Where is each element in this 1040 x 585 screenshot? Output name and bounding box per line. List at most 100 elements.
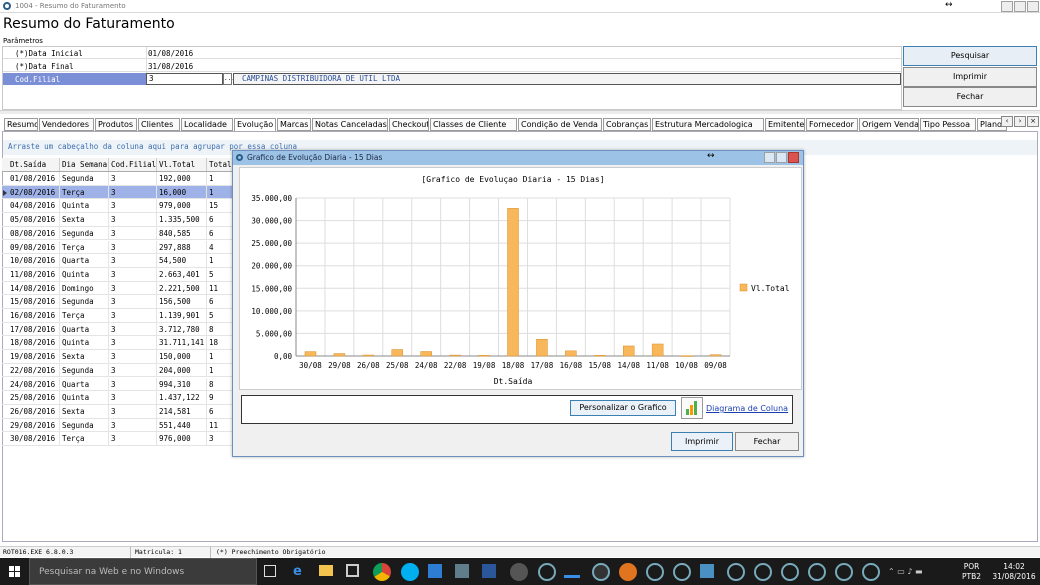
- edge-icon[interactable]: e: [293, 564, 302, 579]
- tray-icons[interactable]: ⌃ ▭ ♪ ▬: [888, 567, 948, 576]
- grid-header-total[interactable]: Total: [207, 158, 234, 171]
- app-icon-1[interactable]: [428, 564, 442, 578]
- tab-notas-canceladas[interactable]: Notas Canceladas: [312, 118, 388, 131]
- table-row[interactable]: 11/08/2016 Quinta 3 2.663,401 5: [2, 267, 234, 282]
- tab-cobrancas[interactable]: Cobranças: [603, 118, 651, 131]
- dialog-imprimir-button[interactable]: Imprimir: [671, 432, 733, 451]
- tab-evolucao[interactable]: Evolução: [234, 118, 276, 132]
- table-row[interactable]: 08/08/2016 Segunda 3 840,585 6: [2, 226, 234, 241]
- table-row[interactable]: 01/08/2016 Segunda 3 192,000 1: [2, 172, 234, 186]
- file-explorer-icon[interactable]: [319, 565, 333, 576]
- windows-start-icon[interactable]: [0, 558, 28, 585]
- table-row[interactable]: 02/08/2016 Terça 3 16,000 1: [2, 185, 234, 200]
- table-row[interactable]: 04/08/2016 Quinta 3 979,000 15: [2, 199, 234, 214]
- table-row[interactable]: 05/08/2016 Sexta 3 1.335,500 6: [2, 213, 234, 227]
- table-row[interactable]: 18/08/2016 Quinta 3 31.711,141 18: [2, 336, 234, 351]
- personalizar-grafico-button[interactable]: Personalizar o Grafico: [570, 400, 676, 416]
- tab-clientes[interactable]: Clientes: [138, 118, 180, 131]
- app-icon-15[interactable]: [835, 563, 853, 581]
- tab-origem-venda[interactable]: Origem Venda: [859, 118, 919, 131]
- grid-cell: 1.335,500: [157, 213, 207, 227]
- tab-resumo[interactable]: Resumo: [4, 118, 38, 131]
- app-icon-12[interactable]: [754, 563, 772, 581]
- tab-localidade[interactable]: Localidade: [181, 118, 233, 131]
- imprimir-button[interactable]: Imprimir: [903, 67, 1037, 87]
- tab-emitente[interactable]: Emitente: [765, 118, 805, 131]
- table-row[interactable]: 24/08/2016 Quarta 3 994,310 8: [2, 377, 234, 392]
- tab-condicao-de-venda[interactable]: Condição de Venda: [518, 118, 602, 131]
- word-icon[interactable]: [482, 564, 496, 578]
- tab-prev-button[interactable]: ‹: [1001, 116, 1013, 127]
- app-icon-3[interactable]: [510, 563, 528, 581]
- task-view-icon[interactable]: [264, 565, 276, 577]
- minimize-button[interactable]: [1001, 1, 1013, 12]
- app-icon-6-active[interactable]: [592, 563, 610, 581]
- param-value-data-inicial[interactable]: 01/08/2016: [148, 49, 193, 58]
- table-row[interactable]: 19/08/2016 Sexta 3 150,000 1: [2, 350, 234, 364]
- dialog-app-icon: [236, 154, 243, 161]
- app-icon-7[interactable]: [619, 563, 637, 581]
- skype-icon[interactable]: [401, 563, 419, 581]
- app-icon-11[interactable]: [727, 563, 745, 581]
- app-icon-5[interactable]: [564, 564, 580, 578]
- app-icon-13[interactable]: [781, 563, 799, 581]
- store-icon[interactable]: [346, 564, 359, 577]
- filial-lookup-button[interactable]: ...: [223, 73, 235, 85]
- chart-type-icon[interactable]: [681, 397, 703, 419]
- dialog-close-button[interactable]: [788, 152, 799, 163]
- tab-marcas[interactable]: Marcas: [277, 118, 311, 131]
- table-row[interactable]: 14/08/2016 Domingo 3 2.221,500 11: [2, 281, 234, 296]
- grid-cell: Terça: [60, 432, 109, 446]
- app-icon-8[interactable]: [646, 563, 664, 581]
- grid-header-dt-saida[interactable]: Dt.Saída: [8, 158, 60, 171]
- table-row[interactable]: 16/08/2016 Terça 3 1.139,901 5: [2, 309, 234, 323]
- dialog-minimize-button[interactable]: [764, 152, 775, 163]
- dialog-maximize-button[interactable]: [776, 152, 787, 163]
- tab-produtos[interactable]: Produtos: [95, 118, 137, 131]
- app-icon-10[interactable]: [700, 564, 714, 578]
- grid-cell: Sexta: [60, 404, 109, 418]
- chrome-icon[interactable]: [373, 563, 391, 581]
- grid-cell: 3: [109, 404, 157, 418]
- table-row[interactable]: 09/08/2016 Terça 3 297,888 4: [2, 240, 234, 255]
- splitter[interactable]: [0, 110, 1040, 114]
- grid-header-vl-total[interactable]: Vl.Total: [157, 158, 207, 171]
- clock[interactable]: 14:02 31/08/2016: [990, 562, 1038, 582]
- x-tick-label: 30/08: [299, 361, 322, 370]
- table-row[interactable]: 30/08/2016 Terça 3 976,000 3: [2, 432, 234, 446]
- tab-tipo-pessoa[interactable]: Tipo Pessoa: [920, 118, 976, 131]
- app-icon-4[interactable]: [538, 563, 556, 581]
- tab-checkout[interactable]: Checkout: [389, 118, 429, 131]
- app-icon-16[interactable]: [862, 563, 880, 581]
- tab-close-button[interactable]: ×: [1027, 116, 1039, 127]
- grid-header-dia-semana[interactable]: Dia Semana: [60, 158, 109, 171]
- tab-next-button[interactable]: ›: [1014, 116, 1026, 127]
- diagrama-coluna-link[interactable]: Diagrama de Coluna: [706, 404, 788, 413]
- tab-estrutura-mercadologica[interactable]: Estrutura Mercadologica: [652, 118, 764, 131]
- taskbar-search-box[interactable]: Pesquisar na Web e no Windows: [29, 558, 257, 585]
- table-row[interactable]: 22/08/2016 Segunda 3 204,000 1: [2, 363, 234, 378]
- tab-fornecedor[interactable]: Fornecedor: [806, 118, 858, 131]
- cod-filial-input[interactable]: 3: [146, 73, 223, 85]
- maximize-button[interactable]: [1014, 1, 1026, 12]
- language-indicator[interactable]: POR PTB2: [962, 562, 981, 582]
- close-button[interactable]: [1027, 1, 1039, 12]
- tab-vendedores[interactable]: Vendedores: [39, 118, 94, 131]
- app-icon-2[interactable]: [455, 564, 469, 578]
- table-row[interactable]: 17/08/2016 Quarta 3 3.712,780 8: [2, 322, 234, 337]
- x-tick-label: 25/08: [386, 361, 409, 370]
- table-row[interactable]: 10/08/2016 Quarta 3 54,500 1: [2, 254, 234, 268]
- fechar-button[interactable]: Fechar: [903, 87, 1037, 107]
- pesquisar-button[interactable]: Pesquisar: [903, 46, 1037, 66]
- table-row[interactable]: 25/08/2016 Quinta 3 1.437,122 9: [2, 391, 234, 405]
- table-row[interactable]: 26/08/2016 Sexta 3 214,581 6: [2, 404, 234, 419]
- table-row[interactable]: 29/08/2016 Segunda 3 551,440 11: [2, 418, 234, 433]
- app-icon-14[interactable]: [808, 563, 826, 581]
- app-icon-9[interactable]: [673, 563, 691, 581]
- param-value-data-final[interactable]: 31/08/2016: [148, 62, 193, 71]
- dialog-fechar-button[interactable]: Fechar: [735, 432, 799, 451]
- grid-cell: 551,440: [157, 418, 207, 432]
- grid-header-cod-filial[interactable]: Cod.Filial: [109, 158, 157, 171]
- tab-classes-de-cliente[interactable]: Classes de Cliente: [430, 118, 517, 131]
- table-row[interactable]: 15/08/2016 Segunda 3 156,500 6: [2, 295, 234, 309]
